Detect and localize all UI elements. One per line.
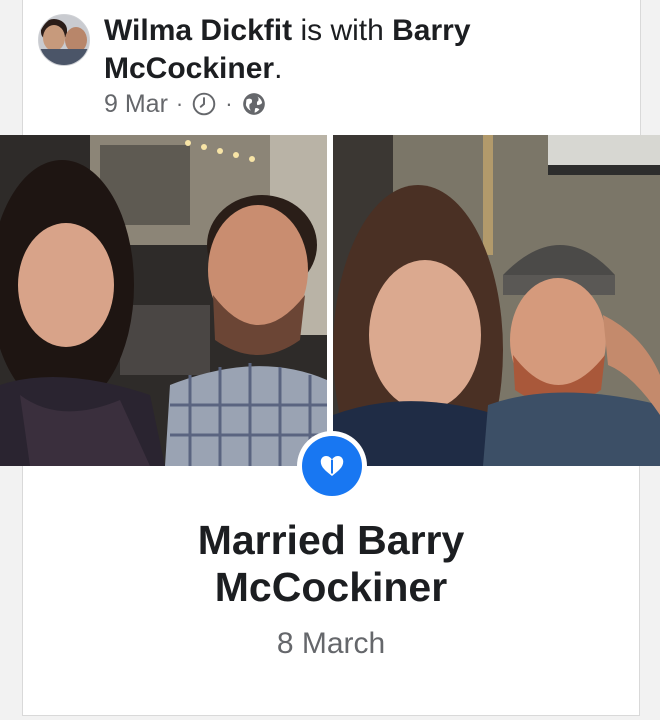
- clock-icon: [192, 92, 216, 116]
- photo-image: [0, 135, 327, 466]
- post-meta: 9 Mar · ·: [104, 89, 267, 119]
- author-name-link[interactable]: Wilma Dickfit: [104, 14, 292, 47]
- photo-left[interactable]: [0, 135, 327, 466]
- separator-dot: ·: [175, 91, 184, 116]
- photo-grid: [0, 135, 660, 466]
- divider: [22, 0, 23, 135]
- post-date-link[interactable]: 9 Mar: [104, 90, 168, 119]
- life-event-title: Married Barry McCockiner: [197, 517, 465, 610]
- photo-right[interactable]: [333, 135, 660, 466]
- avatar[interactable]: [38, 14, 90, 66]
- with-text: is with: [292, 14, 393, 47]
- post-card: Wilma Dickfit is with Barry McCockiner. 9…: [0, 0, 660, 720]
- post-headline: Wilma Dickfit is with Barry McCockiner.: [104, 14, 471, 85]
- divider: [640, 0, 641, 135]
- photo-image: [333, 135, 660, 466]
- separator-dot: ·: [225, 91, 233, 116]
- heart-icon: [320, 456, 344, 476]
- life-event-badge: [297, 431, 367, 501]
- globe-icon[interactable]: [241, 91, 267, 117]
- life-event-date: 8 March: [276, 627, 386, 660]
